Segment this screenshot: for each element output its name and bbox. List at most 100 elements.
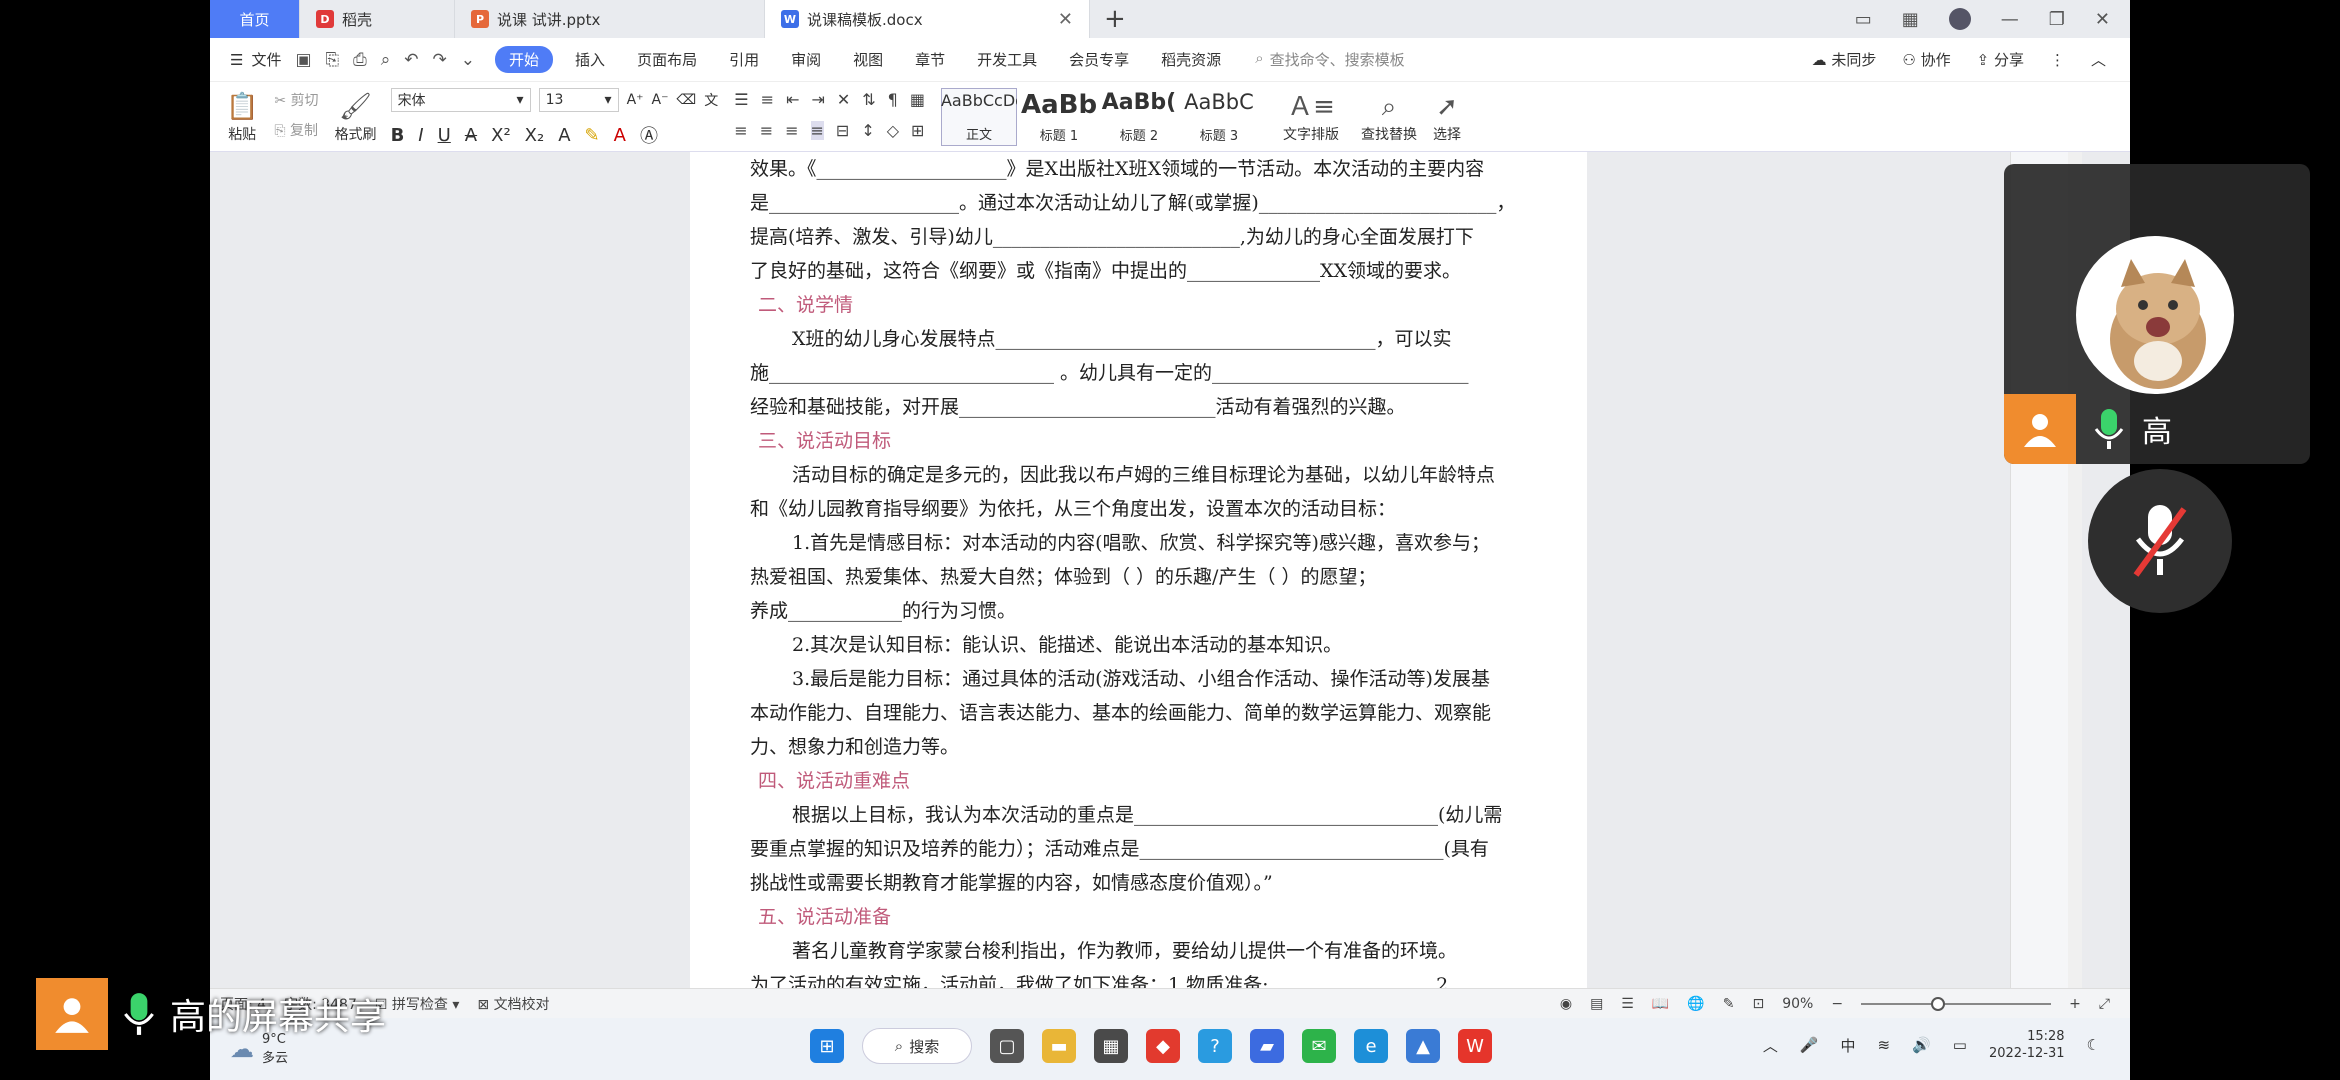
line-spacing-icon[interactable]: ↕ bbox=[861, 121, 874, 140]
text-effect-icon[interactable]: A bbox=[558, 125, 570, 146]
menu-view[interactable]: 视图 bbox=[837, 49, 899, 70]
edge-icon[interactable]: e bbox=[1354, 1029, 1388, 1063]
collapse-ribbon-icon[interactable]: ︿ bbox=[2091, 49, 2106, 70]
menu-insert[interactable]: 插入 bbox=[559, 49, 621, 70]
zoom-in-icon[interactable]: + bbox=[2069, 996, 2081, 1012]
wechat-icon[interactable]: ✉ bbox=[1302, 1029, 1336, 1063]
font-name-select[interactable]: 宋体 ▾ bbox=[390, 88, 531, 112]
style-heading-3[interactable]: AaBbC 标题 3 bbox=[1181, 88, 1257, 146]
align-left-icon[interactable]: ≡ bbox=[734, 121, 747, 140]
save-icon[interactable]: ▣ bbox=[295, 50, 311, 70]
print-icon[interactable]: ⎙ bbox=[353, 50, 367, 70]
redo-icon[interactable]: ↷ bbox=[433, 50, 447, 70]
clock[interactable]: 15:28 2022-12-31 bbox=[1989, 1028, 2065, 1062]
menu-layout[interactable]: 页面布局 bbox=[621, 49, 713, 70]
tab-docx-active[interactable]: W 说课稿模板.docx ✕ bbox=[765, 0, 1090, 38]
char-border-icon[interactable]: Ⓐ bbox=[640, 122, 658, 148]
borders-icon[interactable]: ⊞ bbox=[911, 121, 924, 140]
grow-font-icon[interactable]: A⁺ bbox=[627, 92, 644, 108]
menu-developer[interactable]: 开发工具 bbox=[961, 49, 1053, 70]
align-center-icon[interactable]: ≡ bbox=[760, 121, 773, 140]
zoom-slider[interactable] bbox=[1861, 996, 2052, 1011]
new-tab-icon[interactable]: + bbox=[1090, 4, 1140, 34]
mute-button[interactable] bbox=[2088, 469, 2232, 613]
document-page[interactable]: 效果。《____________________》是X出版社X班X领域的一节活动… bbox=[690, 152, 1587, 996]
shading-icon[interactable]: ◇ bbox=[887, 121, 899, 140]
shrink-font-icon[interactable]: A⁻ bbox=[652, 92, 669, 108]
preview-icon[interactable]: ⌕ bbox=[381, 50, 391, 70]
bullet-list-icon[interactable]: ☰ bbox=[734, 90, 748, 109]
notification-icon[interactable]: ☾ bbox=[2087, 1036, 2100, 1054]
text-layout-button[interactable]: Ａ≡ 文字排版 bbox=[1263, 82, 1347, 152]
italic-icon[interactable]: I bbox=[418, 125, 423, 146]
minimize-icon[interactable]: — bbox=[2001, 9, 2019, 30]
highlight-icon[interactable]: ✎ bbox=[585, 125, 600, 146]
undo-icon[interactable]: ↶ bbox=[404, 50, 418, 70]
zoom-level[interactable]: 90% bbox=[1782, 996, 1813, 1012]
spellcheck-button[interactable]: ☑ 拼写检查 ▾ bbox=[375, 994, 460, 1014]
bold-icon[interactable]: B bbox=[391, 125, 405, 146]
decrease-indent-icon[interactable]: ⇤ bbox=[786, 90, 799, 109]
restore-icon[interactable]: ❐ bbox=[2049, 9, 2065, 30]
copy-button[interactable]: ⎘ 复制 bbox=[274, 120, 318, 140]
red-app-icon[interactable]: ◆ bbox=[1146, 1029, 1180, 1063]
style-heading-2[interactable]: AaBb( 标题 2 bbox=[1101, 88, 1177, 146]
style-heading-1[interactable]: AaBb 标题 1 bbox=[1021, 88, 1097, 146]
fullscreen-icon[interactable]: ⤢ bbox=[2099, 996, 2110, 1012]
increase-indent-icon[interactable]: ⇥ bbox=[811, 90, 824, 109]
help-app-icon[interactable]: ? bbox=[1198, 1029, 1232, 1063]
menu-references[interactable]: 引用 bbox=[713, 49, 775, 70]
select-button[interactable]: ➚ 选择 bbox=[1425, 82, 1469, 152]
file-menu[interactable]: ☰ 文件 bbox=[210, 49, 295, 70]
microphone-icon[interactable]: 🎤 bbox=[1800, 1036, 1819, 1054]
zoom-slider-knob[interactable] bbox=[1931, 996, 1946, 1011]
chinese-layout-icon[interactable]: ✕ bbox=[837, 90, 850, 109]
subscript-icon[interactable]: X₂ bbox=[525, 125, 545, 146]
page-view-icon[interactable]: ▤ bbox=[1590, 996, 1603, 1012]
export-icon[interactable]: ⎘ bbox=[326, 50, 340, 70]
clear-format-icon[interactable]: ⌫ bbox=[677, 92, 697, 108]
zoom-out-icon[interactable]: − bbox=[1831, 996, 1843, 1012]
share-button[interactable]: ⇪ 分享 bbox=[1977, 49, 2024, 70]
zoom-fit-icon[interactable]: ⊡ bbox=[1752, 996, 1764, 1012]
collab-button[interactable]: ⚇ 协作 bbox=[1902, 49, 1950, 70]
font-size-select[interactable]: 13 ▾ bbox=[538, 88, 619, 112]
more-options-icon[interactable]: ⋮ bbox=[2050, 51, 2065, 69]
chevron-up-icon[interactable]: ︿ bbox=[1763, 1035, 1778, 1056]
menu-start[interactable]: 开始 bbox=[495, 46, 554, 73]
command-search[interactable]: ⌕ 查找命令、搜索模板 bbox=[1237, 49, 1404, 70]
pen-icon[interactable]: ✎ bbox=[1723, 996, 1735, 1012]
more-icon[interactable]: ⌄ bbox=[461, 50, 475, 70]
layout-icon[interactable]: ▭ bbox=[1855, 9, 1872, 30]
web-view-icon[interactable]: 🌐 bbox=[1687, 996, 1704, 1012]
read-view-icon[interactable]: 📖 bbox=[1652, 996, 1669, 1012]
wps-icon[interactable]: W bbox=[1458, 1029, 1492, 1063]
align-right-icon[interactable]: ≡ bbox=[785, 121, 798, 140]
table-icon[interactable]: ▦ bbox=[910, 90, 925, 109]
ime-indicator[interactable]: 中 bbox=[1841, 1035, 1856, 1056]
taskbar-search[interactable]: ⌕ 搜索 bbox=[862, 1028, 972, 1064]
distribute-icon[interactable]: ⊟ bbox=[836, 121, 849, 140]
outline-view-icon[interactable]: ☰ bbox=[1621, 996, 1634, 1012]
menu-member[interactable]: 会员专享 bbox=[1053, 49, 1145, 70]
close-tab-icon[interactable]: ✕ bbox=[1058, 9, 1073, 30]
eye-protect-icon[interactable]: ◉ bbox=[1560, 996, 1572, 1012]
tab-ppt[interactable]: P 说课 试讲.pptx bbox=[455, 0, 765, 38]
style-normal[interactable]: AaBbCcDd 正文 bbox=[940, 88, 1017, 146]
cut-button[interactable]: ✂ 剪切 bbox=[274, 90, 318, 110]
menu-chapter[interactable]: 章节 bbox=[899, 49, 961, 70]
find-replace-button[interactable]: ⌕ 查找替换 bbox=[1347, 82, 1425, 152]
phonetic-icon[interactable]: 文 bbox=[704, 90, 718, 110]
justify-icon[interactable]: ≡ bbox=[810, 121, 824, 140]
participant-avatar[interactable] bbox=[2076, 236, 2234, 394]
store-icon[interactable]: ▦ bbox=[1094, 1029, 1128, 1063]
wifi-icon[interactable]: ≋ bbox=[1878, 1036, 1891, 1054]
doc-check-button[interactable]: ⊠ 文档校对 bbox=[477, 994, 549, 1014]
superscript-icon[interactable]: X² bbox=[491, 125, 511, 146]
font-color-icon[interactable]: A bbox=[614, 125, 626, 146]
strikethrough-icon[interactable]: A bbox=[465, 125, 477, 146]
windows-start-icon[interactable]: ⊞ bbox=[810, 1029, 844, 1063]
tab-home[interactable]: 首页 bbox=[210, 0, 300, 38]
volume-icon[interactable]: 🔊 bbox=[1912, 1036, 1931, 1054]
battery-icon[interactable]: ▭ bbox=[1953, 1036, 1967, 1054]
